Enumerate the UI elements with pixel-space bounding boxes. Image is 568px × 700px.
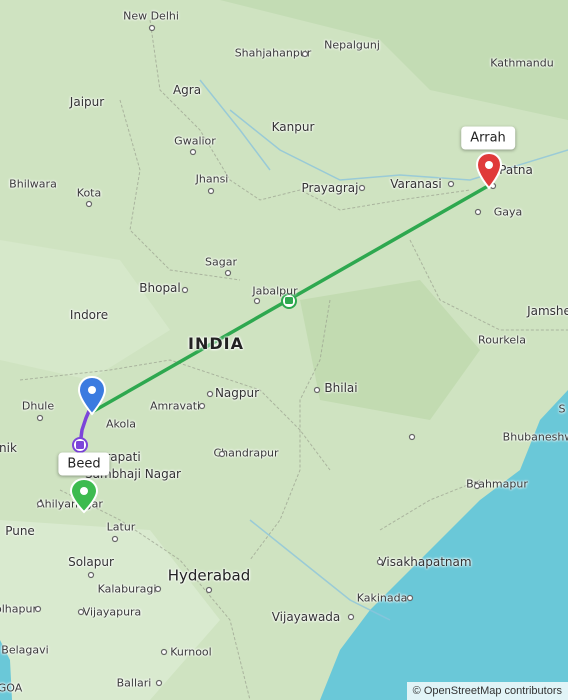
city-dots xyxy=(34,24,497,687)
destination-location-pin[interactable] xyxy=(476,152,502,190)
origin-location-pin[interactable] xyxy=(78,376,106,416)
origin-marker-label[interactable]: Beed xyxy=(58,452,110,476)
map-attribution[interactable]: © OpenStreetMap contributors xyxy=(406,682,568,700)
start-location-pin[interactable] xyxy=(70,478,98,514)
destination-marker-label[interactable]: Arrah xyxy=(461,126,515,150)
map-canvas[interactable]: INDIA New Delhi Nepalgunj Shahjahanpur K… xyxy=(0,0,568,700)
